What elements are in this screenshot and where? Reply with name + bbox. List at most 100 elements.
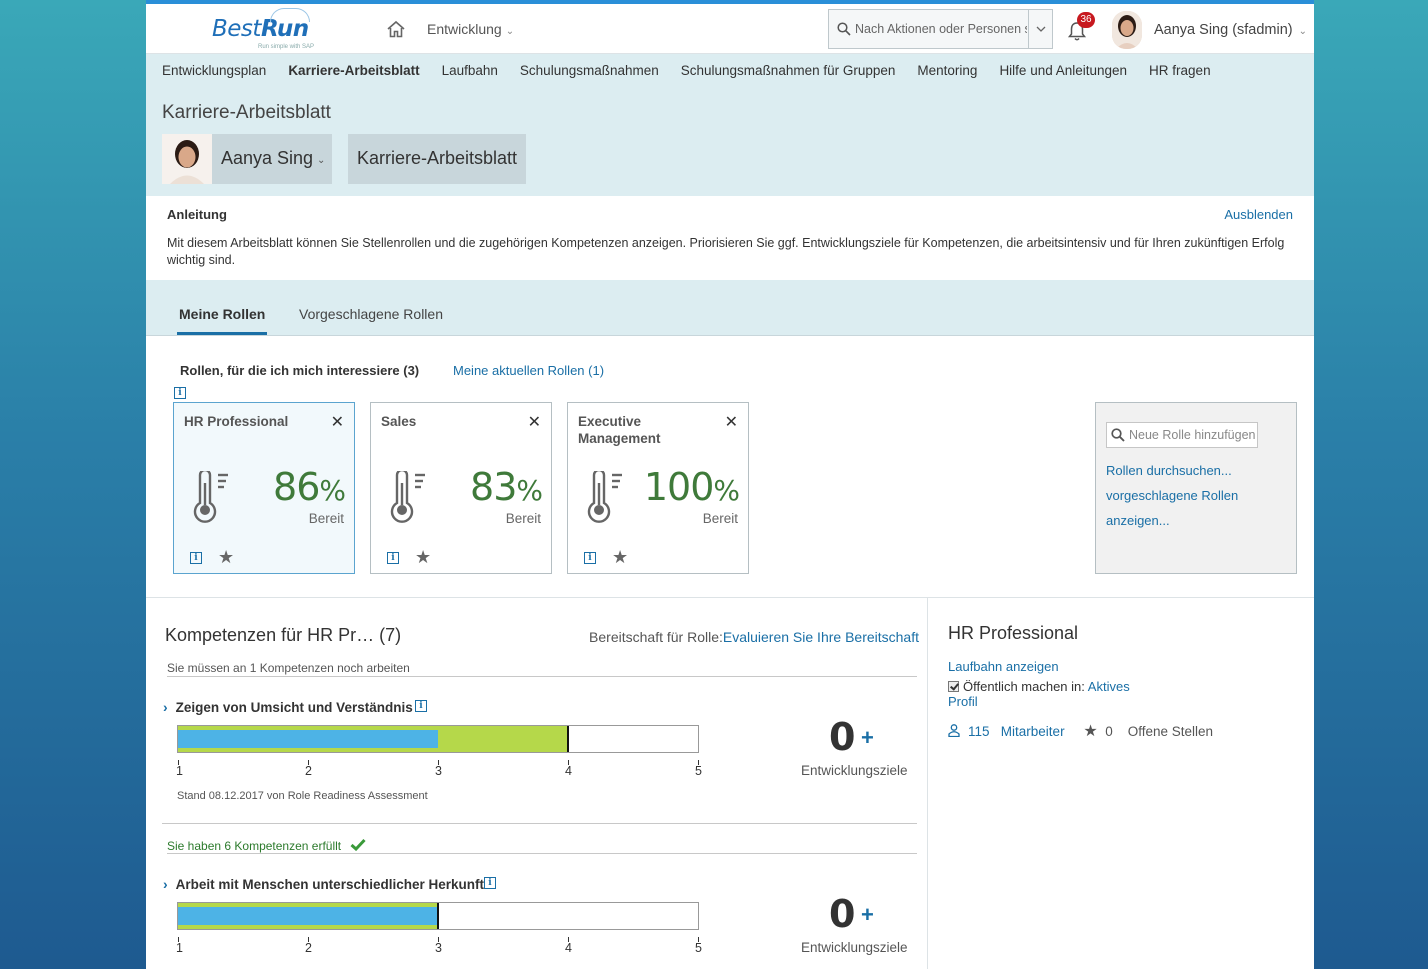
divider	[167, 676, 917, 677]
chevron-right-icon: ›	[163, 876, 168, 892]
tick-label: 3	[435, 941, 442, 955]
met-competencies-hint: Sie haben 6 Kompetenzen erfüllt	[167, 838, 367, 853]
tab-suggested-roles[interactable]: Vorgeschlagene Rollen	[299, 306, 443, 322]
readiness-percentage: 100%	[644, 465, 740, 509]
competencies-title: Kompetenzen für HR Pr… (7)	[165, 625, 401, 646]
competency-row-toggle[interactable]: › Arbeit mit Menschen unterschiedlicher H…	[163, 876, 484, 892]
sub-navigation: Entwicklungsplan Karriere-Arbeitsblatt Lau…	[146, 54, 1314, 196]
new-role-input[interactable]: Neue Rolle hinzufügen	[1106, 422, 1258, 448]
browse-roles-link[interactable]: Rollen durchsuchen...	[1106, 463, 1232, 478]
notification-count-badge: 36	[1077, 12, 1095, 28]
required-level-marker	[437, 903, 439, 929]
global-search[interactable]: Nach Aktionen oder Personen suchen	[828, 9, 1053, 49]
home-icon[interactable]	[386, 20, 406, 38]
add-goal-button[interactable]: +	[861, 725, 874, 751]
thermometer-icon	[193, 471, 228, 523]
nav-item-schulungsmassnahmen[interactable]: Schulungsmaßnahmen	[520, 63, 659, 78]
employees-count[interactable]: 115	[968, 724, 990, 739]
role-card-title: Executive Management	[578, 414, 661, 446]
info-icon[interactable]: i	[174, 387, 186, 399]
hide-instructions-link[interactable]: Ausblenden	[1224, 207, 1293, 222]
evaluate-readiness-link[interactable]: Evaluieren Sie Ihre Bereitschaft	[723, 629, 919, 645]
header: BestRun Run simple with SAP Entwicklung ⌄…	[146, 4, 1314, 54]
readiness-label: Bereit	[308, 511, 344, 526]
search-input[interactable]: Nach Aktionen oder Personen suchen	[855, 22, 1027, 36]
development-goals-count: 0	[829, 892, 856, 936]
person-avatar-image	[162, 134, 212, 184]
page-title: Karriere-Arbeitsblatt	[162, 102, 331, 123]
current-roles-link[interactable]: Meine aktuellen Rollen (1)	[453, 363, 604, 378]
suggested-roles-link[interactable]: vorgeschlagene Rollen	[1106, 488, 1238, 503]
info-icon[interactable]: i	[387, 552, 399, 564]
tab-bar: Meine Rollen Vorgeschlagene Rollen	[146, 280, 1314, 336]
role-details-title: HR Professional	[948, 623, 1079, 643]
nav-item-hilfe[interactable]: Hilfe und Anleitungen	[999, 63, 1127, 78]
view-career-path-link[interactable]: Laufbahn anzeigen	[948, 659, 1059, 674]
logo-tagline: Run simple with SAP	[258, 44, 315, 50]
readiness-value: 86	[273, 465, 320, 509]
role-card-title: Sales	[381, 414, 417, 429]
thermometer-icon	[587, 471, 622, 523]
pending-competencies-hint: Sie müssen an 1 Kompetenzen noch arbeite…	[167, 661, 410, 675]
info-icon[interactable]: i	[190, 552, 202, 564]
logo[interactable]: BestRun Run simple with SAP	[212, 8, 322, 50]
employees-link[interactable]: Mitarbeiter	[1001, 724, 1065, 739]
roles-section: Rollen, für die ich mich interessiere (3…	[146, 336, 1314, 598]
level-scale: 1 2 3 4 5	[176, 760, 707, 778]
role-card-hr-professional[interactable]: HR Professional ✕ 86% Bereit i ★	[173, 402, 355, 574]
current-level-fill	[178, 907, 438, 925]
nav-item-mentoring[interactable]: Mentoring	[917, 63, 977, 78]
person-icon	[948, 724, 960, 738]
nav-item-entwicklungsplan[interactable]: Entwicklungsplan	[162, 63, 266, 78]
page: BestRun Run simple with SAP Entwicklung ⌄…	[146, 0, 1314, 969]
make-public-row: Öffentlich machen in: Aktives Profil	[948, 679, 1188, 709]
new-role-placeholder: Neue Rolle hinzufügen	[1129, 428, 1255, 442]
active-profile-link-continued[interactable]: Profil	[948, 694, 978, 709]
development-goals-label: Entwicklungsziele	[801, 940, 908, 955]
add-goal-button[interactable]: +	[861, 902, 874, 928]
module-switcher[interactable]: Entwicklung ⌄	[427, 21, 514, 37]
info-icon[interactable]: i	[415, 700, 427, 712]
role-card-executive-management[interactable]: Executive Management ✕ 100% Bereit i ★	[567, 402, 749, 574]
close-icon[interactable]: ✕	[528, 412, 541, 432]
role-card-title: HR Professional	[184, 414, 289, 429]
nav-item-schulungsmassnahmen-gruppen[interactable]: Schulungsmaßnahmen für Gruppen	[681, 63, 896, 78]
info-icon[interactable]: i	[584, 552, 596, 564]
search-scope-dropdown[interactable]	[1028, 10, 1052, 48]
logo-main-text: Best	[212, 16, 261, 42]
checkmark-icon	[350, 838, 367, 852]
roles-heading: Rollen, für die ich mich interessiere (3…	[180, 363, 420, 378]
tab-my-roles[interactable]: Meine Rollen	[179, 306, 265, 322]
role-card-sales[interactable]: Sales ✕ 83% Bereit i ★	[370, 402, 552, 574]
nav-item-laufbahn[interactable]: Laufbahn	[442, 63, 498, 78]
make-public-checkbox[interactable]	[948, 681, 959, 692]
search-icon	[837, 22, 851, 36]
active-profile-link[interactable]: Aktives	[1088, 679, 1130, 694]
person-name: Aanya Sing	[221, 148, 314, 168]
user-name: Aanya Sing (sfadmin)	[1154, 22, 1293, 38]
star-icon[interactable]: ★	[218, 547, 234, 568]
role-stats: 115 Mitarbeiter ★ 0 Offene Stellen	[948, 721, 1213, 741]
suggested-roles-link-continued[interactable]: anzeigen...	[1106, 513, 1170, 528]
info-icon[interactable]: i	[484, 877, 496, 889]
competencies-title-text: Kompetenzen für HR Pr…	[165, 625, 375, 645]
avatar[interactable]	[1112, 11, 1142, 49]
star-icon[interactable]: ★	[415, 547, 431, 568]
competency-name: Arbeit mit Menschen unterschiedlicher He…	[175, 877, 484, 892]
instructions-heading: Anleitung	[167, 207, 227, 222]
readiness-unit: %	[319, 474, 346, 507]
close-icon[interactable]: ✕	[725, 412, 738, 432]
competency-row-toggle[interactable]: › Zeigen von Umsicht und Verständnis	[163, 699, 413, 715]
person-selector[interactable]: Aanya Sing ⌄	[162, 134, 332, 184]
module-label: Entwicklung	[427, 21, 502, 37]
nav-item-karriere-arbeitsblatt[interactable]: Karriere-Arbeitsblatt	[288, 63, 419, 78]
tick-label: 3	[435, 764, 442, 778]
open-positions-label: Offene Stellen	[1127, 724, 1214, 739]
user-menu[interactable]: Aanya Sing (sfadmin) ⌄	[1154, 22, 1307, 38]
nav-items: Entwicklungsplan Karriere-Arbeitsblatt Lau…	[162, 63, 1233, 78]
close-icon[interactable]: ✕	[331, 412, 344, 432]
instructions-panel: Anleitung Ausblenden Mit diesem Arbeitsb…	[146, 196, 1314, 280]
nav-item-hr-fragen[interactable]: HR fragen	[1149, 63, 1211, 78]
readiness-unit: %	[713, 474, 740, 507]
star-icon[interactable]: ★	[612, 547, 628, 568]
